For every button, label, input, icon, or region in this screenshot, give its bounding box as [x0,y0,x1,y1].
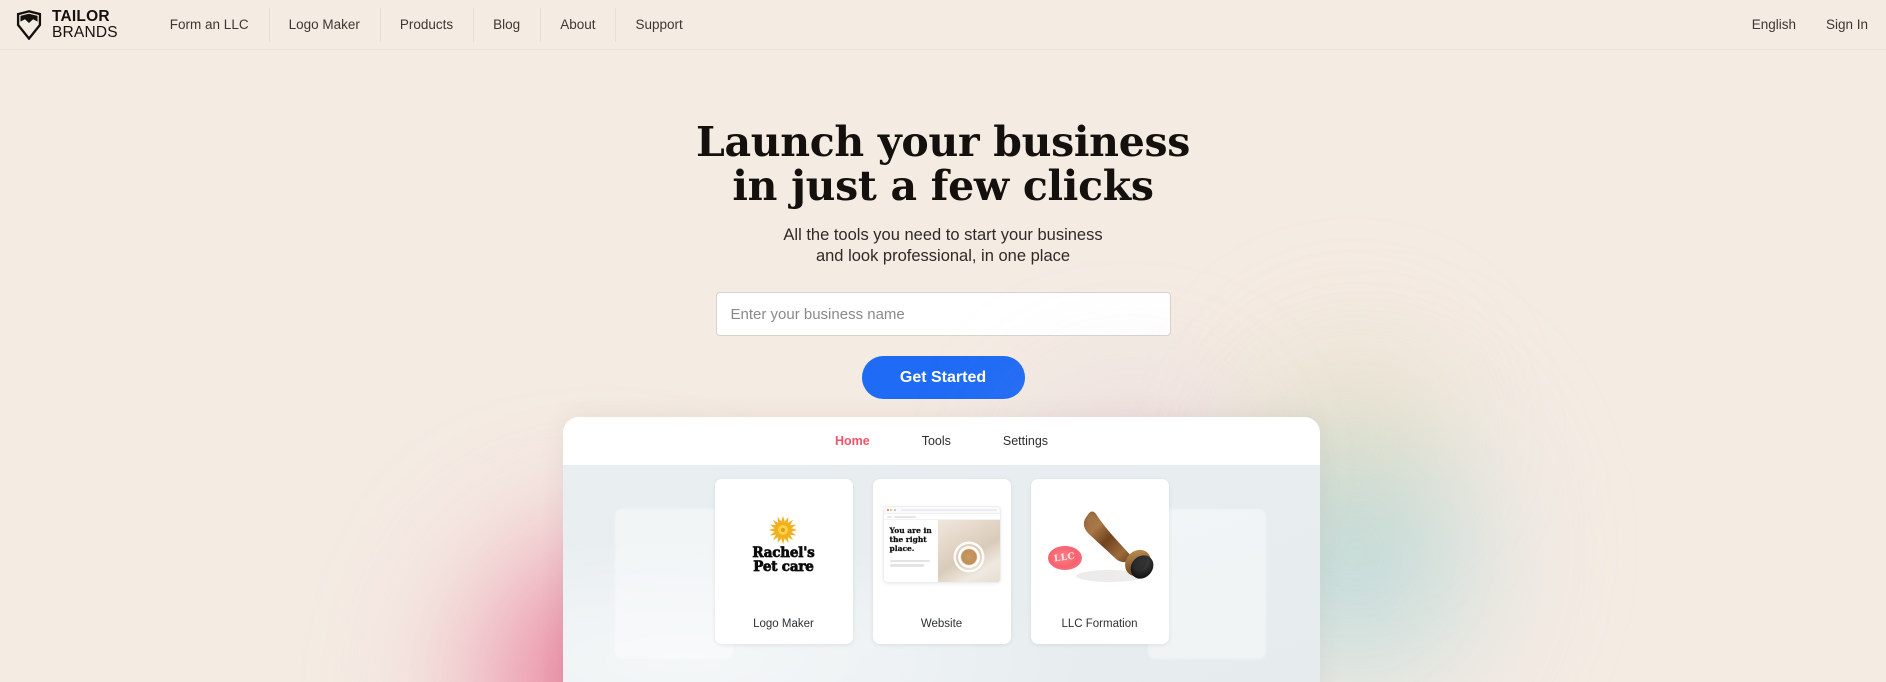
brand-wordmark: TAILOR BRANDS [52,9,118,40]
nav-item-support[interactable]: Support [615,0,702,50]
website-hero-photo [937,520,1000,582]
nav-item-logo-maker[interactable]: Logo Maker [268,0,380,50]
language-selector[interactable]: English [1752,17,1796,32]
page-subtitle: All the tools you need to start your bus… [0,225,1886,269]
tab-settings[interactable]: Settings [1003,434,1048,448]
page-subtitle-line-1: All the tools you need to start your bus… [783,225,1103,244]
browser-mockup: You are in the right place. [883,507,1000,582]
page-title-line-1: Launch your business [695,118,1191,166]
llc-stamp-illustration: LLC [1042,502,1158,588]
website-content: You are in the right place. [883,520,1000,582]
tailor-brands-logo-icon [16,9,42,40]
browser-chrome [883,507,1000,514]
stamp-sample-art: LLC [1031,485,1169,604]
wooden-stamp-icon [1075,511,1153,582]
website-headline: You are in the right place. [889,526,933,554]
sun-flower-icon [769,515,798,544]
business-name-input[interactable] [715,292,1171,337]
browser-address-bar [901,508,997,512]
landing-page: TAILOR BRANDS Form an LLC Logo Maker Pro… [0,0,1886,682]
brand-line-1: TAILOR [52,8,110,25]
nav-item-about[interactable]: About [540,0,615,50]
tab-home[interactable]: Home [835,434,870,448]
tile-logo-maker[interactable]: Rachel's Pet care Logo Maker [714,479,853,644]
primary-nav: Form an LLC Logo Maker Products Blog Abo… [150,0,703,50]
browser-dot-green [893,509,896,511]
hero-section: Launch your business in just a few click… [0,50,1886,400]
header-right-actions: English Sign In [1752,17,1886,32]
get-started-button[interactable]: Get Started [861,356,1025,400]
product-tiles: Rachel's Pet care Logo Maker You are in … [714,479,1169,644]
subbar-pill-1 [886,515,892,518]
nav-item-form-an-llc[interactable]: Form an LLC [150,0,269,50]
rachels-pet-care-logo: Rachel's Pet care [752,515,815,575]
tile-label-llc-formation: LLC Formation [1061,618,1138,630]
page-subtitle-line-2: and look professional, in one place [815,247,1071,266]
page-title-line-2: in just a few clicks [732,162,1154,211]
tile-llc-formation[interactable]: LLC LLC Formation [1030,479,1169,644]
logo-sample-text: Rachel's Pet care [752,546,815,575]
browser-dot-red [886,509,889,511]
app-preview-card: Home Tools Settings Rachel's Pet care Lo… [563,417,1320,682]
sign-in-link[interactable]: Sign In [1826,17,1868,32]
tile-label-website: Website [920,618,963,630]
page-title: Launch your business in just a few click… [0,120,1886,209]
business-name-form: Get Started [715,292,1171,400]
site-header: TAILOR BRANDS Form an LLC Logo Maker Pro… [0,0,1886,50]
nav-item-products[interactable]: Products [379,0,473,50]
brand-line-2: BRANDS [52,23,118,41]
website-headline-line-3: place. [889,543,915,553]
website-sample-art: You are in the right place. [873,485,1011,604]
logo-sample-art: Rachel's Pet care [715,485,853,604]
coffee-cup-photo-element [955,544,982,571]
nav-item-blog[interactable]: Blog [473,0,540,50]
logo-sample-line-2: Pet care [753,558,814,575]
browser-dot-yellow [890,509,892,511]
app-preview-body: Rachel's Pet care Logo Maker You are in … [563,465,1320,682]
tile-website[interactable]: You are in the right place. Website [872,479,1011,644]
tile-label-logo-maker: Logo Maker [753,618,814,630]
tab-tools[interactable]: Tools [922,434,951,448]
website-placeholder-lines [889,559,933,567]
subbar-pill-2 [893,515,916,518]
app-preview-tabs: Home Tools Settings [563,417,1320,465]
website-text-column: You are in the right place. [883,520,938,582]
brand-logo[interactable]: TAILOR BRANDS [0,9,118,40]
